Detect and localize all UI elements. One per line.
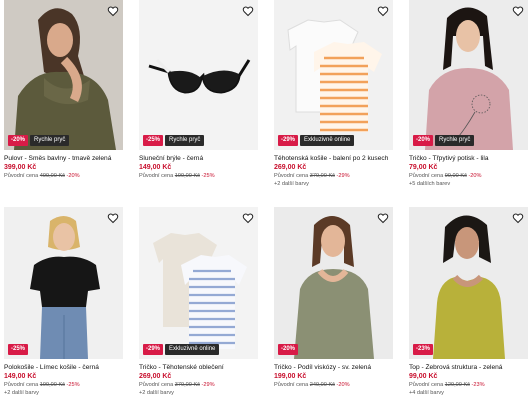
product-image[interactable]: -20% Rychle pryč	[4, 0, 123, 150]
discount-percent: -25%	[201, 173, 215, 179]
original-price: Původní cena 99,00 Kč -20%	[409, 173, 482, 179]
strikethrough-price: 199,00 Kč	[39, 382, 65, 388]
original-price: Původní cena 499,00 Kč -20%	[4, 173, 80, 179]
original-price: Původní cena 129,00 Kč -23%	[409, 382, 485, 388]
product-price: 99,00 Kč	[409, 373, 438, 380]
product-name[interactable]: Tričko - Třpytivý potisk - lila	[409, 155, 528, 163]
product-card[interactable]: -20% Rychle pryč Tričko - Třpytivý potis…	[409, 0, 528, 197]
discount-percent: -25%	[66, 382, 80, 388]
original-price: Původní cena 199,00 Kč -25%	[139, 173, 215, 179]
heart-icon[interactable]	[242, 211, 254, 224]
strikethrough-price: 99,00 Kč	[444, 173, 467, 179]
strikethrough-price: 129,00 Kč	[444, 382, 470, 388]
product-name[interactable]: Top - Žebrová struktura - zelená	[409, 364, 528, 372]
product-grid: -20% Rychle pryč Pulovr - Směs bavlny - …	[0, 0, 531, 400]
discount-percent: -29%	[336, 173, 350, 179]
original-price: Původní cena 379,00 Kč -29%	[139, 382, 215, 388]
product-price: 399,00 Kč	[4, 164, 37, 171]
product-price: 269,00 Kč	[139, 373, 172, 380]
discount-badge: -20%	[278, 344, 299, 355]
heart-icon[interactable]	[512, 211, 524, 224]
product-image[interactable]: -25% Rychle pryč	[139, 0, 258, 150]
product-card[interactable]: -20% Tričko - Podíl viskózy - sv. zelená…	[274, 205, 393, 400]
discount-percent: -20%	[336, 382, 350, 388]
product-price: 79,00 Kč	[409, 164, 438, 171]
product-card[interactable]: -29% Exkluzivně online Těhotenská košile…	[274, 0, 393, 197]
discount-badge: -23%	[413, 344, 434, 355]
discount-badge: -25%	[143, 135, 164, 146]
product-image[interactable]: -20%	[274, 207, 393, 359]
product-price: 269,00 Kč	[274, 164, 307, 171]
more-colors[interactable]: +2 další barvy	[4, 390, 123, 397]
product-name[interactable]: Pulovr - Směs bavlny - tmavě zelená	[4, 155, 123, 163]
strikethrough-price: 249,00 Kč	[309, 382, 335, 388]
discount-percent: -23%	[471, 382, 485, 388]
product-name[interactable]: Tričko - Podíl viskózy - sv. zelená	[274, 364, 393, 372]
promo-tag: Rychle pryč	[435, 135, 475, 146]
product-image[interactable]: -20% Rychle pryč	[409, 0, 528, 150]
heart-icon[interactable]	[512, 4, 524, 17]
more-colors[interactable]: +5 dalších barev	[409, 181, 528, 188]
heart-icon[interactable]	[242, 4, 254, 17]
product-price: 199,00 Kč	[274, 373, 307, 380]
strikethrough-price: 199,00 Kč	[174, 173, 200, 179]
product-name[interactable]: Tričko - Těhotenské oblečení	[139, 364, 258, 372]
product-name[interactable]: Těhotenská košile - balení po 2 kusech	[274, 155, 393, 163]
discount-badge: -29%	[278, 135, 299, 146]
discount-badge: -20%	[413, 135, 434, 146]
heart-icon[interactable]	[377, 4, 389, 17]
product-image[interactable]: -23%	[409, 207, 528, 359]
original-price: Původní cena 379,00 Kč -29%	[274, 173, 350, 179]
discount-percent: -20%	[468, 173, 482, 179]
original-price: Původní cena 199,00 Kč -25%	[4, 382, 80, 388]
more-colors[interactable]: +4 další barvy	[409, 390, 528, 397]
promo-tag: Rychle pryč	[165, 135, 205, 146]
strikethrough-price: 379,00 Kč	[174, 382, 200, 388]
product-price: 149,00 Kč	[4, 373, 37, 380]
heart-icon[interactable]	[107, 4, 119, 17]
product-card[interactable]: -29% Exkluzivně online Tričko - Těhotens…	[139, 205, 258, 400]
product-name[interactable]: Sluneční brýle - černá	[139, 155, 258, 163]
product-card[interactable]: -25% Polokošile - Límec košile - černá 1…	[4, 205, 123, 400]
product-image[interactable]: -29% Exkluzivně online	[139, 207, 258, 359]
product-price: 149,00 Kč	[139, 164, 172, 171]
discount-percent: -20%	[66, 173, 80, 179]
discount-badge: -25%	[8, 344, 29, 355]
more-colors[interactable]: +2 další barvy	[139, 390, 258, 397]
promo-tag: Exkluzivně online	[165, 344, 220, 355]
product-image[interactable]: -25%	[4, 207, 123, 359]
product-name[interactable]: Polokošile - Límec košile - černá	[4, 364, 123, 372]
product-card[interactable]: -25% Rychle pryč Sluneční brýle - černá …	[139, 0, 258, 197]
discount-badge: -20%	[8, 135, 29, 146]
product-image[interactable]: -29% Exkluzivně online	[274, 0, 393, 150]
original-price: Původní cena 249,00 Kč -20%	[274, 382, 350, 388]
product-card[interactable]: -23% Top - Žebrová struktura - zelená 99…	[409, 205, 528, 400]
promo-tag: Rychle pryč	[30, 135, 70, 146]
discount-percent: -29%	[201, 382, 215, 388]
promo-tag: Exkluzivně online	[300, 135, 355, 146]
discount-badge: -29%	[143, 344, 164, 355]
strikethrough-price: 379,00 Kč	[309, 173, 335, 179]
heart-icon[interactable]	[377, 211, 389, 224]
heart-icon[interactable]	[107, 211, 119, 224]
strikethrough-price: 499,00 Kč	[39, 173, 65, 179]
more-colors[interactable]: +2 další barvy	[274, 181, 393, 188]
product-card[interactable]: -20% Rychle pryč Pulovr - Směs bavlny - …	[4, 0, 123, 197]
